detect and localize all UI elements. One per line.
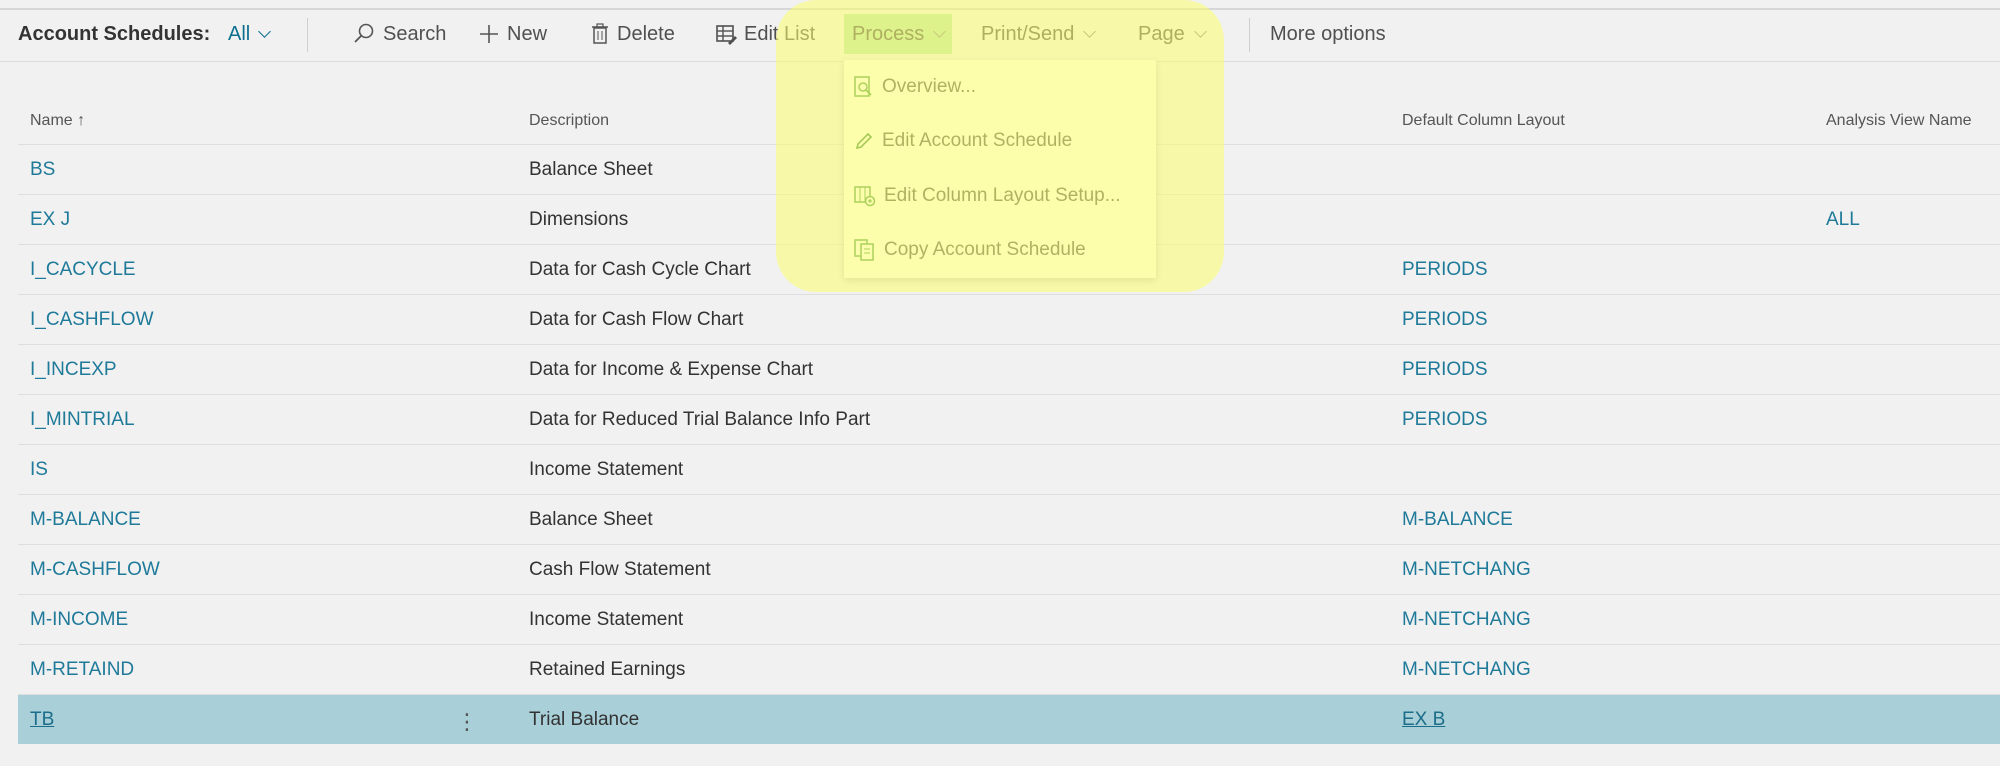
- column-layout-icon: [854, 186, 876, 207]
- print-send-label: Print/Send: [981, 22, 1075, 45]
- page-menu-button[interactable]: Page: [1138, 14, 1207, 54]
- menu-item-label: Edit Column Layout Setup...: [884, 185, 1121, 206]
- edit-list-label: Edit List: [744, 22, 816, 45]
- default-column-layout-cell[interactable]: PERIODS: [1402, 309, 1488, 331]
- analysis-view-name-cell[interactable]: ALL: [1826, 209, 1860, 231]
- table-row[interactable]: IS Income Statement: [18, 444, 2000, 494]
- action-bar-separator: [307, 18, 308, 52]
- overview-icon: [854, 76, 872, 97]
- description-cell: Retained Earnings: [529, 659, 686, 680]
- description-cell: Balance Sheet: [529, 159, 653, 180]
- search-button[interactable]: Search: [352, 14, 446, 54]
- name-cell[interactable]: BS: [30, 159, 55, 181]
- table-row[interactable]: M-INCOME Income Statement M-NETCHANG: [18, 594, 2000, 644]
- menu-item-edit-account-schedule[interactable]: Edit Account Schedule: [854, 126, 1072, 156]
- name-header-label: Name: [30, 112, 73, 129]
- page-label: Page: [1138, 22, 1185, 45]
- default-column-layout-cell[interactable]: M-BALANCE: [1402, 509, 1513, 531]
- more-options-label: More options: [1270, 22, 1386, 45]
- default-column-layout-cell[interactable]: EX B: [1402, 709, 1445, 731]
- description-cell: Data for Income & Expense Chart: [529, 359, 814, 380]
- chevron-down-icon: [1193, 24, 1207, 38]
- name-cell[interactable]: EX J: [30, 209, 70, 231]
- description-cell: Cash Flow Statement: [529, 559, 711, 580]
- name-cell[interactable]: TB: [30, 709, 54, 731]
- name-cell[interactable]: M-BALANCE: [30, 509, 141, 531]
- process-dropdown-menu: Overview... Edit Account Schedule Edit C…: [844, 60, 1156, 278]
- table-row[interactable]: I_CASHFLOW Data for Cash Flow Chart PERIOD…: [18, 294, 2000, 344]
- new-label: New: [507, 22, 548, 45]
- table-row[interactable]: I_MINTRIAL Data for Reduced Trial Balance…: [18, 394, 2000, 444]
- description-cell: Data for Cash Cycle Chart: [529, 259, 751, 280]
- edit-list-icon: [716, 25, 737, 45]
- chevron-down-icon: [933, 24, 947, 38]
- name-cell[interactable]: IS: [30, 459, 48, 481]
- name-cell[interactable]: I_CACYCLE: [30, 259, 136, 281]
- chevron-down-icon: [258, 25, 272, 38]
- table-row[interactable]: I_INCEXP Data for Income & Expense Chart P…: [18, 344, 2000, 394]
- name-cell[interactable]: M-INCOME: [30, 609, 128, 631]
- column-header-analysis-view-name[interactable]: Analysis View Name: [1826, 112, 1972, 130]
- default-column-layout-cell[interactable]: PERIODS: [1402, 259, 1488, 281]
- table-row[interactable]: M-BALANCE Balance Sheet M-BALANCE: [18, 494, 2000, 544]
- column-header-default-column-layout[interactable]: Default Column Layout: [1402, 112, 1565, 130]
- description-cell: Balance Sheet: [529, 509, 653, 530]
- column-header-description[interactable]: Description: [529, 112, 609, 130]
- more-options-button[interactable]: More options: [1270, 14, 1386, 54]
- default-column-layout-cell[interactable]: PERIODS: [1402, 409, 1488, 431]
- default-column-layout-cell[interactable]: M-NETCHANG: [1402, 609, 1531, 631]
- copy-icon: [854, 239, 874, 261]
- table-row[interactable]: TB Trial Balance EX B ⋮: [18, 694, 2000, 744]
- trash-icon: [592, 23, 608, 44]
- menu-item-label: Overview...: [882, 76, 976, 97]
- name-cell[interactable]: I_MINTRIAL: [30, 409, 135, 431]
- description-cell: Trial Balance: [529, 709, 640, 730]
- table-row[interactable]: M-CASHFLOW Cash Flow Statement M-NETCHANG: [18, 544, 2000, 594]
- default-column-layout-cell[interactable]: PERIODS: [1402, 359, 1488, 381]
- search-icon: [354, 23, 374, 43]
- table-row[interactable]: M-RETAIND Retained Earnings M-NETCHANG: [18, 644, 2000, 694]
- new-button[interactable]: New: [478, 14, 547, 54]
- view-filter-dropdown[interactable]: All: [228, 23, 272, 46]
- delete-button[interactable]: Delete: [590, 14, 675, 54]
- page-title: Account Schedules:: [18, 23, 211, 45]
- description-cell: Dimensions: [529, 209, 629, 230]
- menu-item-edit-column-layout-setup[interactable]: Edit Column Layout Setup...: [854, 181, 1121, 211]
- menu-item-label: Copy Account Schedule: [884, 239, 1086, 260]
- description-cell: Income Statement: [529, 609, 684, 630]
- process-menu-button[interactable]: Process: [844, 14, 953, 54]
- default-column-layout-cell[interactable]: M-NETCHANG: [1402, 659, 1531, 681]
- column-header-name[interactable]: Name ↑: [30, 112, 85, 130]
- description-cell: Data for Cash Flow Chart: [529, 309, 744, 330]
- name-cell[interactable]: M-CASHFLOW: [30, 559, 160, 581]
- name-cell[interactable]: I_CASHFLOW: [30, 309, 154, 331]
- sort-ascending-icon: ↑: [77, 112, 86, 129]
- process-label: Process: [852, 22, 925, 45]
- name-cell[interactable]: M-RETAIND: [30, 659, 134, 681]
- description-cell: Data for Reduced Trial Balance Info Part: [529, 409, 871, 430]
- action-bar-separator: [1249, 18, 1250, 52]
- description-cell: Income Statement: [529, 459, 684, 480]
- default-column-layout-cell[interactable]: M-NETCHANG: [1402, 559, 1531, 581]
- pencil-icon: [855, 132, 873, 150]
- menu-item-copy-account-schedule[interactable]: Copy Account Schedule: [854, 235, 1086, 265]
- view-filter-label: All: [228, 23, 251, 45]
- row-actions-icon[interactable]: ⋮: [456, 709, 478, 735]
- search-label: Search: [383, 22, 447, 45]
- delete-label: Delete: [617, 22, 675, 45]
- chevron-down-icon: [1083, 24, 1097, 38]
- menu-item-overview[interactable]: Overview...: [854, 72, 976, 102]
- action-bar: Account Schedules: All Search New Delete…: [0, 10, 2000, 62]
- menu-item-label: Edit Account Schedule: [882, 130, 1073, 151]
- name-cell[interactable]: I_INCEXP: [30, 359, 117, 381]
- plus-icon: [480, 25, 498, 43]
- edit-list-button[interactable]: Edit List: [715, 14, 815, 54]
- print-send-menu-button[interactable]: Print/Send: [981, 14, 1097, 54]
